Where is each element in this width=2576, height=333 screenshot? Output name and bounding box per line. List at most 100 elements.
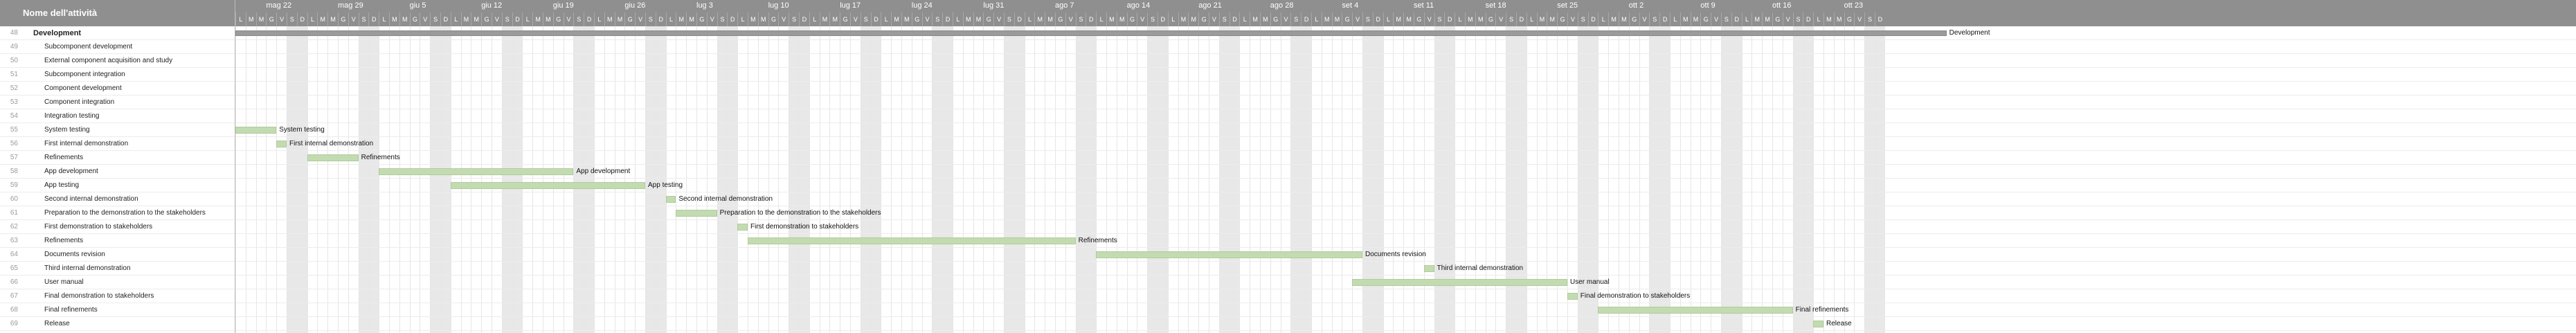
task-row[interactable]: 48 Development <box>0 26 235 40</box>
task-row[interactable]: 52 Component development <box>0 82 235 96</box>
task-row[interactable]: 69 Release <box>0 317 235 331</box>
day-column <box>255 26 267 333</box>
task-bar[interactable] <box>1096 251 1362 258</box>
task-bar[interactable] <box>235 127 277 134</box>
task-row[interactable]: 56 First internal demonstration <box>0 137 235 151</box>
task-name: Second internal demonstration <box>44 195 138 203</box>
day-column <box>1096 26 1106 333</box>
day-column <box>1619 26 1629 333</box>
day-letter: L <box>1311 12 1322 26</box>
day-column <box>768 26 779 333</box>
task-row[interactable]: 53 Component integration <box>0 96 235 109</box>
day-column <box>1024 26 1035 333</box>
day-letter: G <box>552 12 564 26</box>
task-bar[interactable] <box>379 168 574 175</box>
task-row[interactable]: 59 App testing <box>0 179 235 192</box>
row-divider <box>235 275 2576 276</box>
task-row[interactable]: 51 Subcomponent integration <box>0 68 235 82</box>
task-bar[interactable] <box>676 210 717 217</box>
task-bar[interactable] <box>1352 279 1567 286</box>
day-column <box>1833 26 1844 333</box>
task-row[interactable]: 60 Second internal demonstration <box>0 192 235 206</box>
task-name: External component acquisition and study <box>44 57 173 64</box>
task-bar[interactable] <box>1598 307 1793 314</box>
day-letter: G <box>1628 12 1639 26</box>
day-letter: G <box>1557 12 1567 26</box>
task-row[interactable]: 63 Refinements <box>0 234 235 248</box>
day-letter: M <box>1679 12 1691 26</box>
task-row-number: 69 <box>10 320 18 327</box>
task-row[interactable]: 58 App development <box>0 165 235 179</box>
day-letter: L <box>1382 12 1394 26</box>
day-column <box>573 26 584 333</box>
day-column <box>1485 26 1496 333</box>
day-letter: M <box>471 12 481 26</box>
day-letter: G <box>338 12 348 26</box>
task-bar-label: Preparation to the demonstration to the … <box>719 209 881 217</box>
task-bar-label: App testing <box>648 181 683 189</box>
task-bar-label: Release <box>1826 320 1852 327</box>
day-column <box>1639 26 1650 333</box>
task-row[interactable]: 64 Documents revision <box>0 248 235 262</box>
task-row[interactable]: 61 Preparation to the demonstration to th… <box>0 206 235 220</box>
day-column <box>266 26 276 333</box>
task-bar[interactable] <box>307 154 359 161</box>
day-column <box>1670 26 1680 333</box>
day-letter: M <box>460 12 471 26</box>
day-column <box>1352 26 1362 333</box>
task-bar[interactable] <box>748 237 1076 244</box>
task-row[interactable]: 50 External component acquisition and stu… <box>0 54 235 68</box>
day-letter: L <box>450 12 461 26</box>
task-row[interactable]: 66 User manual <box>0 276 235 289</box>
day-letter: D <box>1086 12 1096 26</box>
task-row-number: 61 <box>10 209 18 217</box>
day-column <box>850 26 861 333</box>
task-bar[interactable] <box>665 196 676 203</box>
day-column <box>1751 26 1762 333</box>
task-row[interactable]: 65 Third internal demonstration <box>0 262 235 276</box>
task-row[interactable]: 68 Final refinements <box>0 303 235 317</box>
task-bar[interactable] <box>1423 265 1434 272</box>
day-letter: M <box>819 12 830 26</box>
day-letter: D <box>1731 12 1742 26</box>
task-row[interactable]: 49 Subcomponent development <box>0 40 235 54</box>
week-label: giu 12 <box>481 1 503 10</box>
day-letter: S <box>287 12 297 26</box>
day-column <box>296 26 307 333</box>
task-name-panel: Nome dell'attività 48 Development 49 Subcom… <box>0 0 235 333</box>
task-row[interactable]: 67 Final demonstration to stakeholders <box>0 289 235 303</box>
task-name: Final refinements <box>44 306 98 314</box>
row-divider <box>235 178 2576 179</box>
day-column <box>748 26 758 333</box>
task-row[interactable]: 54 Integration testing <box>0 109 235 123</box>
day-letter: S <box>860 12 871 26</box>
day-letter: M <box>1260 12 1270 26</box>
day-letter: G <box>840 12 850 26</box>
day-column <box>1147 26 1158 333</box>
day-column <box>1813 26 1823 333</box>
day-column <box>953 26 963 333</box>
summary-bar[interactable] <box>235 30 1947 36</box>
task-bar[interactable] <box>737 224 748 231</box>
day-column <box>1126 26 1137 333</box>
day-letter: G <box>1342 12 1352 26</box>
task-bar[interactable] <box>1813 321 1823 327</box>
task-bar[interactable] <box>1567 293 1578 300</box>
task-row[interactable]: 62 First demonstration to stakeholders <box>0 220 235 234</box>
task-name-column-header[interactable]: Nome dell'attività <box>0 0 235 26</box>
task-bar[interactable] <box>276 141 287 147</box>
day-letter: M <box>1106 12 1117 26</box>
day-letter: L <box>522 12 532 26</box>
task-bar[interactable] <box>450 182 645 189</box>
day-letter: G <box>768 12 779 26</box>
day-letter: L <box>1670 12 1680 26</box>
day-column <box>819 26 830 333</box>
day-letter: D <box>1875 12 1885 26</box>
day-column <box>1301 26 1311 333</box>
day-column <box>1342 26 1352 333</box>
day-column <box>1823 26 1834 333</box>
task-row[interactable]: 57 Refinements <box>0 151 235 165</box>
day-column <box>1372 26 1383 333</box>
task-row[interactable]: 55 System testing <box>0 123 235 137</box>
task-row-number: 54 <box>10 112 18 120</box>
